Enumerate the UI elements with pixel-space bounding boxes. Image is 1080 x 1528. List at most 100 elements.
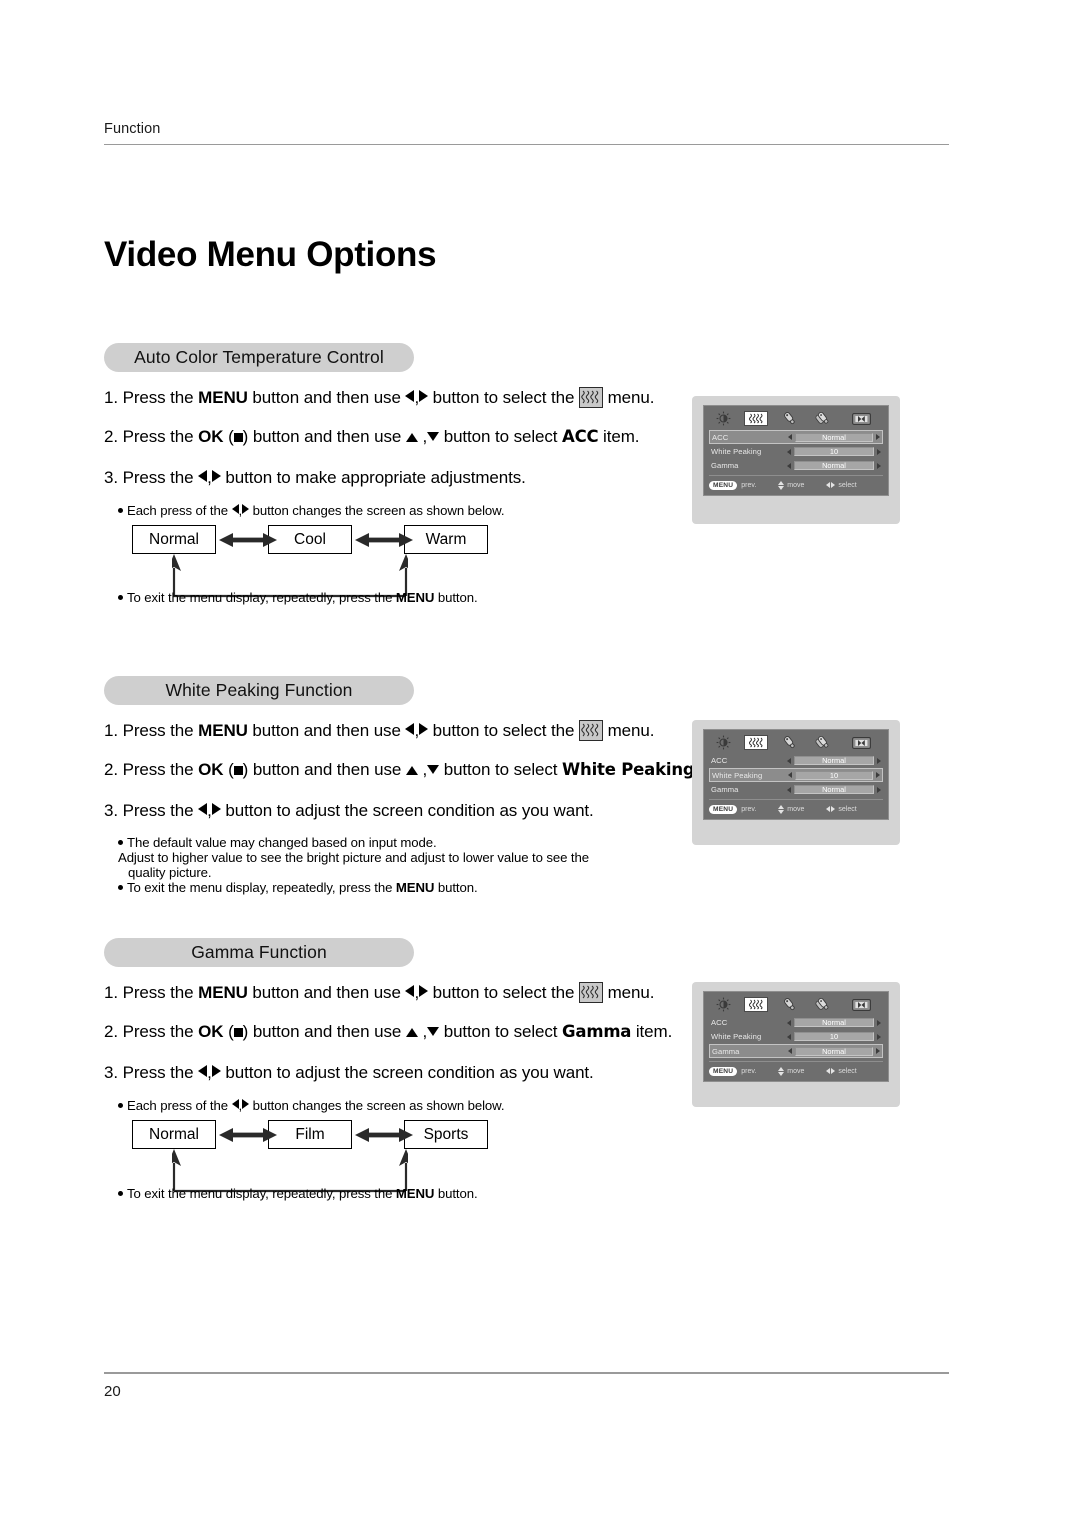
osd-row-label: Gamma [712, 1046, 740, 1056]
step-1: 1. Press the MENU button and then use , … [104, 982, 655, 1003]
osd-row-white-peaking[interactable]: White Peaking 10 [709, 1030, 883, 1043]
left-arrow-icon [405, 390, 415, 402]
audio-double-icon[interactable] [810, 735, 836, 750]
picture-wavy-icon[interactable] [744, 411, 768, 426]
right-arrow-icon [211, 1065, 221, 1077]
down-arrow-icon [427, 1027, 440, 1036]
osd-row-value: 10 [794, 447, 874, 456]
step-2-text-a: 2. Press the [104, 760, 199, 779]
audio-single-icon[interactable] [776, 997, 802, 1012]
cycle-box-1: Normal [132, 1120, 216, 1149]
osd-row-acc[interactable]: ACC Normal [709, 754, 883, 767]
osd-row-acc[interactable]: ACC Normal [709, 430, 883, 444]
decrease-arrow-icon[interactable] [787, 1033, 791, 1040]
note-text-b: button. [434, 1186, 478, 1201]
bullet-icon [118, 595, 123, 600]
double-arrow-icon-2 [355, 1128, 413, 1142]
decrease-arrow-icon[interactable] [787, 757, 791, 764]
step-2-text-a: 2. Press the [104, 427, 199, 446]
left-arrow-icon [405, 723, 415, 735]
audio-double-icon[interactable] [810, 411, 836, 426]
osd-screenshot: ACC Normal White Peaking 10 Gamma Normal [692, 982, 900, 1107]
osd-footer-hints: MENU prev. move select [709, 1061, 883, 1077]
step-3-text-a: 3. Press the [104, 1063, 199, 1082]
osd-row-label: White Peaking [711, 1032, 762, 1041]
cycle-box-2: Film [268, 1120, 352, 1149]
increase-arrow-icon[interactable] [877, 1033, 881, 1040]
brightness-icon[interactable] [710, 411, 736, 426]
osd-row-label: ACC [711, 1018, 728, 1027]
osd-panel: ACC Normal White Peaking 10 Gamma Normal [703, 729, 889, 820]
osd-tab-bar [709, 734, 883, 751]
decrease-arrow-icon[interactable] [788, 434, 792, 440]
ok-keyword: OK [198, 760, 224, 779]
bullet-icon [118, 840, 123, 845]
audio-single-icon[interactable] [776, 411, 802, 426]
osd-row-white-peaking[interactable]: White Peaking 10 [709, 445, 883, 458]
step-2: 2. Press the OK () button and then use ,… [104, 760, 736, 780]
step-2-text-c: button to select [439, 1022, 563, 1041]
left-arrow-icon [198, 803, 208, 815]
audio-single-icon[interactable] [776, 735, 802, 750]
decrease-arrow-icon[interactable] [787, 786, 791, 793]
osd-row-gamma[interactable]: Gamma Normal [709, 783, 883, 796]
osd-panel: ACC Normal White Peaking 10 Gamma Normal [703, 991, 889, 1082]
select-hint-label: select [838, 1067, 857, 1075]
step-1-text-b: button and then use [247, 388, 406, 407]
increase-arrow-icon[interactable] [877, 786, 881, 793]
step-1-text-c: button to select the [428, 983, 579, 1002]
decrease-arrow-icon[interactable] [787, 448, 791, 455]
right-arrow-icon [211, 803, 221, 815]
cycle-box-1: Normal [132, 525, 216, 554]
step-1: 1. Press the MENU button and then use , … [104, 387, 655, 408]
osd-row-label: ACC [712, 432, 729, 442]
cycle-box-3: Warm [404, 525, 488, 554]
header-divider [104, 144, 949, 145]
screen-box-icon[interactable] [848, 411, 874, 426]
increase-arrow-icon[interactable] [876, 434, 880, 440]
picture-wavy-icon[interactable] [744, 997, 768, 1012]
square-button-icon [233, 1028, 243, 1037]
increase-arrow-icon[interactable] [877, 1019, 881, 1026]
osd-row-label: Gamma [711, 785, 739, 794]
right-arrow-icon [419, 985, 429, 997]
osd-row-acc[interactable]: ACC Normal [709, 1016, 883, 1029]
osd-row-white-peaking[interactable]: White Peaking 10 [709, 768, 883, 782]
osd-row-gamma[interactable]: Gamma Normal [709, 1044, 883, 1058]
menu-keyword: MENU [395, 1186, 435, 1201]
menu-button-pill[interactable]: MENU [709, 804, 738, 814]
brightness-icon[interactable] [710, 735, 736, 750]
decrease-arrow-icon[interactable] [787, 1019, 791, 1026]
double-arrow-icon-1 [219, 1128, 277, 1142]
decrease-arrow-icon[interactable] [787, 462, 791, 469]
decrease-arrow-icon[interactable] [788, 1048, 792, 1054]
cycle-box-2: Cool [268, 525, 352, 554]
select-hint-label: select [838, 481, 857, 489]
wavy-picture-menu-icon [578, 720, 603, 741]
increase-arrow-icon[interactable] [877, 448, 881, 455]
note-text-b: button. [434, 880, 478, 895]
picture-wavy-icon[interactable] [744, 735, 768, 750]
osd-row-value: 10 [794, 1032, 874, 1041]
move-hint-label: move [787, 805, 805, 813]
note-text: The default value may changed based on i… [127, 835, 437, 850]
menu-button-pill[interactable]: MENU [709, 1066, 738, 1076]
audio-double-icon[interactable] [810, 997, 836, 1012]
step-3: 3. Press the , button to make appropriat… [104, 468, 526, 487]
menu-item-name: Gamma [562, 1022, 632, 1041]
osd-row-gamma[interactable]: Gamma Normal [709, 459, 883, 472]
left-right-arrows-icon [826, 1068, 836, 1074]
increase-arrow-icon[interactable] [877, 462, 881, 469]
screen-box-icon[interactable] [848, 735, 874, 750]
step-3-text-b: button to adjust the screen condition as… [220, 801, 594, 820]
screen-box-icon[interactable] [848, 997, 874, 1012]
brightness-icon[interactable] [710, 997, 736, 1012]
decrease-arrow-icon[interactable] [788, 772, 792, 778]
increase-arrow-icon[interactable] [876, 772, 880, 778]
note-adjust-value: Adjust to higher value to see the bright… [118, 850, 658, 880]
increase-arrow-icon[interactable] [877, 757, 881, 764]
step-1-text-a: 1. Press the [104, 983, 199, 1002]
menu-button-pill[interactable]: MENU [709, 480, 738, 490]
increase-arrow-icon[interactable] [876, 1048, 880, 1054]
osd-tab-bar [709, 996, 883, 1013]
